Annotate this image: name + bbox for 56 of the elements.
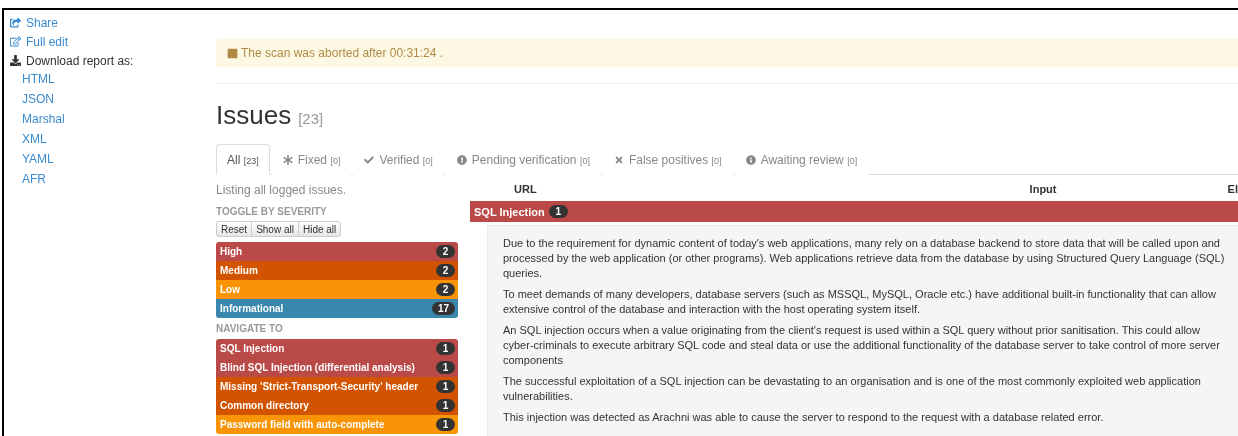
format-link[interactable]: AFR bbox=[10, 170, 46, 190]
exclamation-icon bbox=[456, 154, 467, 165]
navigate-item[interactable]: Blind SQL Injection (differential analysis) 1 bbox=[216, 358, 458, 377]
summary-text: Listing all logged issues. bbox=[216, 183, 348, 199]
format-link[interactable]: HTML bbox=[10, 70, 55, 90]
format-link[interactable]: Marshal bbox=[10, 110, 65, 130]
severity-item[interactable]: Medium 2 bbox=[216, 261, 458, 280]
edit-icon bbox=[10, 36, 21, 47]
page-title: Issues bbox=[216, 100, 292, 131]
severity-item[interactable]: Low 2 bbox=[216, 280, 458, 299]
navigate-item[interactable]: Common directory 1 bbox=[216, 396, 458, 415]
check-icon bbox=[364, 154, 375, 165]
navigate-item[interactable]: SQL Injection 1 bbox=[216, 339, 458, 358]
toggle-button[interactable]: Reset bbox=[216, 221, 253, 237]
count-badge: 2 bbox=[436, 245, 455, 258]
count-badge: 1 bbox=[436, 399, 455, 412]
column-header: Input bbox=[1029, 183, 1057, 197]
navigate-item[interactable]: Password field with auto-complete 1 bbox=[216, 415, 458, 434]
description-paragraph: This injection was detected as Arachni was able to cause the server to respond to the request with a database related error. bbox=[503, 410, 1105, 425]
cross-icon bbox=[613, 154, 624, 165]
severity-item[interactable]: High 2 bbox=[216, 242, 458, 261]
count-badge: 2 bbox=[436, 264, 455, 277]
section-heading: NAVIGATE TO bbox=[216, 322, 283, 336]
count-badge: 1 bbox=[436, 418, 455, 431]
description-paragraph: To meet demands of many developers, database servers (such as MSSQL, MySQL, Oracle etc.) have additional built-in functionality that can allow extensive control of the database and interaction with the host operating system itself. bbox=[503, 287, 1217, 317]
alert-text: The scan was aborted after 00:31:24 . bbox=[241, 46, 444, 60]
toggle-button[interactable]: Show all bbox=[251, 221, 299, 237]
asterisk-icon bbox=[282, 154, 293, 165]
toggle-button[interactable]: Hide all bbox=[297, 221, 342, 237]
column-header: El bbox=[1227, 183, 1238, 197]
column-header: URL bbox=[514, 183, 537, 197]
format-link[interactable]: XML bbox=[10, 130, 47, 150]
description-paragraph: Due to the requirement for dynamic content of today's web applications, many rely on a database backend to store data that will be called upon and processed by the web application (or other programs). Web applications retrieve data from the database by using Structured Query Language (SQL) queries. bbox=[503, 236, 1226, 281]
format-link[interactable]: JSON bbox=[10, 90, 54, 110]
description-paragraph: The successful exploitation of a SQL injection can be devastating to an organisation and is one of the most commonly exploited web application vulnerabilities. bbox=[503, 374, 1202, 404]
format-link[interactable]: YAML bbox=[10, 150, 54, 170]
navigate-item[interactable]: Missing 'Strict-Transport-Security' header 1 bbox=[216, 377, 458, 396]
stop-icon bbox=[227, 47, 238, 59]
count-badge: 17 bbox=[431, 302, 455, 315]
description-paragraph: An SQL injection occurs when a value originating from the client's request is used within a SQL query without prior sanitisation. This could allow cyber-criminals to execute arbitrary SQL code and steal data or use the additional functionality of the database server to take control of more server components bbox=[503, 323, 1221, 368]
count-badge: 2 bbox=[436, 283, 455, 296]
issue-group-bar[interactable]: SQL Injection 1 bbox=[470, 201, 1238, 222]
count-badge: 1 bbox=[548, 205, 568, 218]
count-badge: 1 bbox=[436, 342, 455, 355]
download-label: Download report as: bbox=[10, 51, 134, 70]
issue-count: [23] bbox=[298, 110, 324, 127]
count-badge: 1 bbox=[436, 361, 455, 374]
sidebar-link[interactable]: Share bbox=[10, 13, 59, 32]
count-badge: 1 bbox=[436, 380, 455, 393]
severity-item[interactable]: Informational 17 bbox=[216, 299, 458, 318]
info-icon bbox=[745, 154, 756, 165]
sidebar-link[interactable]: Full edit bbox=[10, 32, 69, 51]
filter-tab[interactable]: All [23] bbox=[216, 144, 270, 175]
share-icon bbox=[10, 17, 21, 28]
download-icon bbox=[10, 55, 21, 66]
section-heading: TOGGLE BY SEVERITY bbox=[216, 205, 327, 219]
